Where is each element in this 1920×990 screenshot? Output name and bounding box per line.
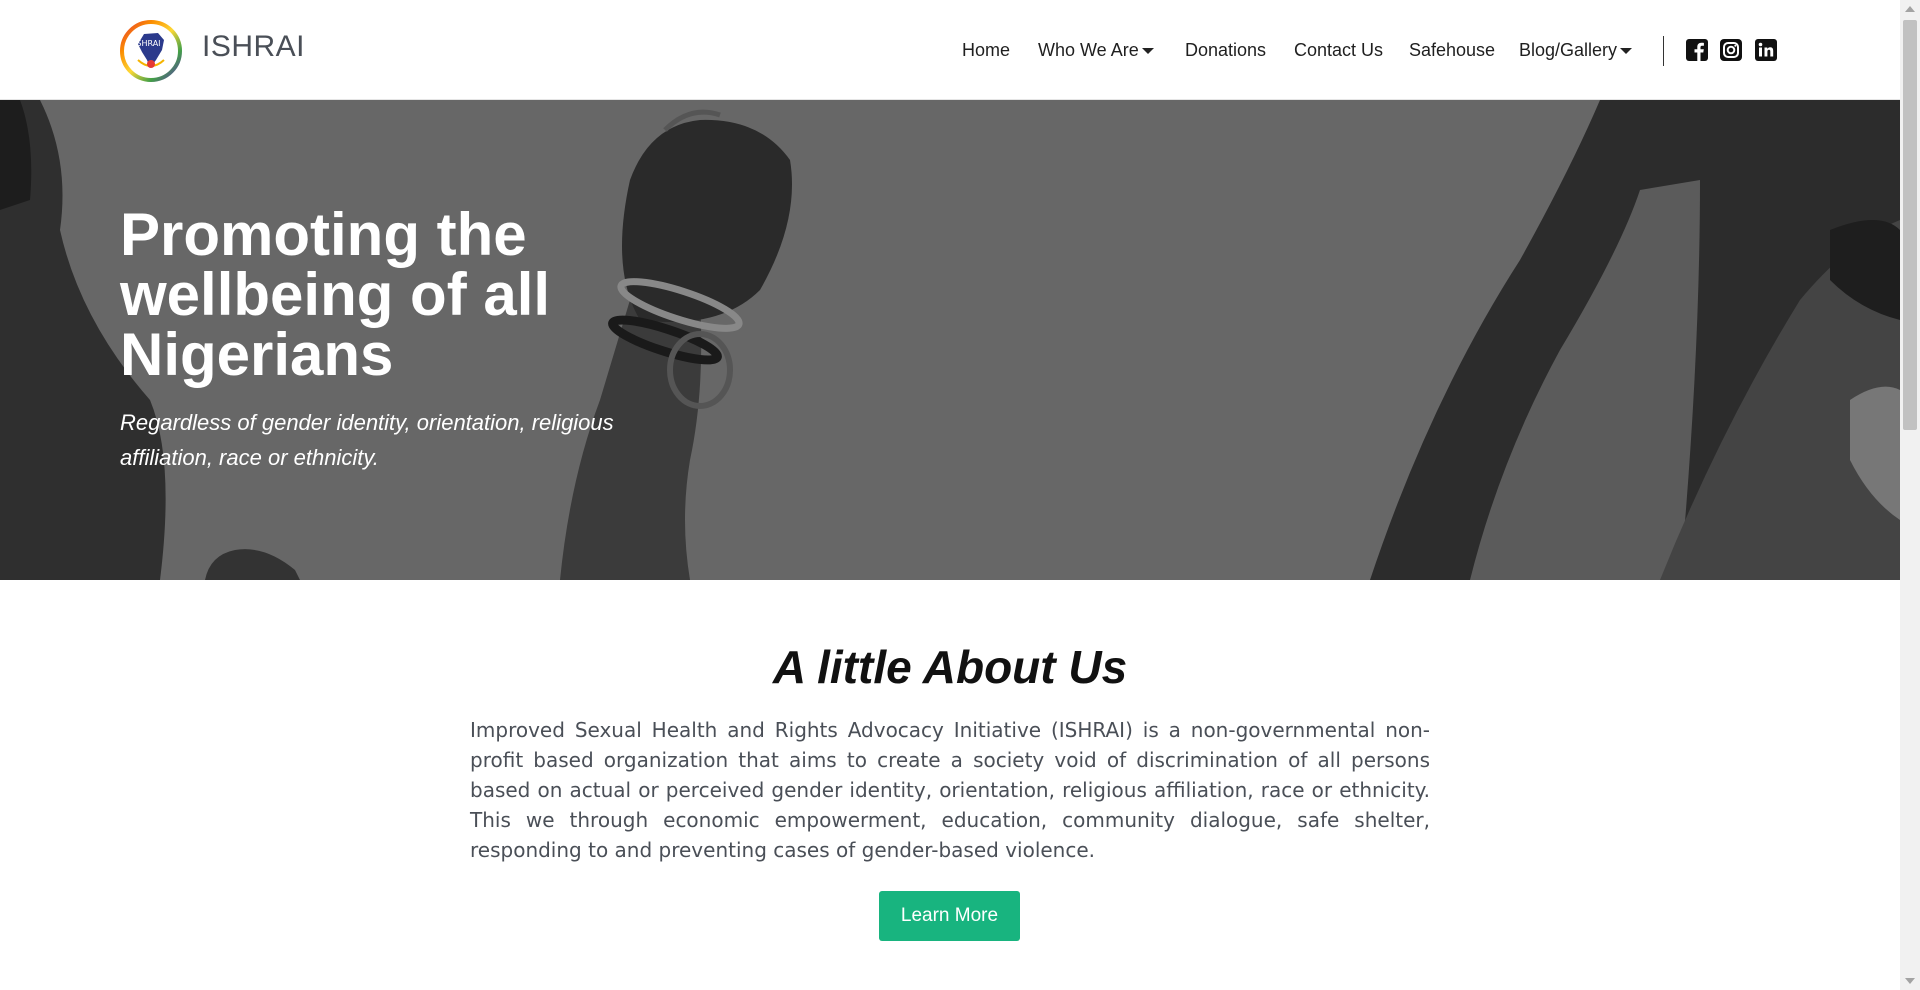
linkedin-icon[interactable]	[1754, 38, 1778, 62]
scroll-down-arrow-icon[interactable]	[1905, 978, 1915, 984]
instagram-icon[interactable]	[1719, 38, 1743, 62]
nav-blog-gallery[interactable]: Blog/Gallery	[1519, 40, 1633, 61]
nav-donations[interactable]: Donations	[1185, 40, 1266, 61]
scroll-up-arrow-icon[interactable]	[1905, 6, 1915, 12]
nav-safehouse[interactable]: Safehouse	[1409, 40, 1495, 61]
nav-home[interactable]: Home	[962, 40, 1010, 61]
nav-divider	[1663, 36, 1664, 66]
scroll-thumb[interactable]	[1903, 20, 1917, 430]
facebook-icon[interactable]	[1685, 38, 1709, 62]
chevron-down-icon	[1141, 48, 1154, 55]
nav-who-we-are-label: Who We Are	[1038, 40, 1139, 60]
scrollbar[interactable]	[1900, 0, 1920, 990]
hero-banner: Promoting the wellbeing of all Nigerians…	[0, 100, 1900, 580]
chevron-down-icon	[1620, 48, 1633, 55]
about-description: Improved Sexual Health and Rights Advoca…	[470, 718, 1430, 862]
nav-contact-us[interactable]: Contact Us	[1294, 40, 1383, 61]
hero-subtitle: Regardless of gender identity, orientati…	[120, 410, 614, 470]
nav-blog-gallery-label: Blog/Gallery	[1519, 40, 1618, 60]
nav-who-we-are[interactable]: Who We Are	[1038, 40, 1154, 61]
hero-title: Promoting the wellbeing of all Nigerians	[120, 201, 551, 388]
learn-more-button[interactable]: Learn More	[879, 891, 1020, 941]
about-title: A little About Us	[772, 641, 1128, 693]
main-nav: Home Who We Are Donations Contact Us Saf…	[0, 40, 1900, 64]
site-header: ISHRAI ISHRAI Home Who We Are Donations …	[0, 0, 1900, 100]
